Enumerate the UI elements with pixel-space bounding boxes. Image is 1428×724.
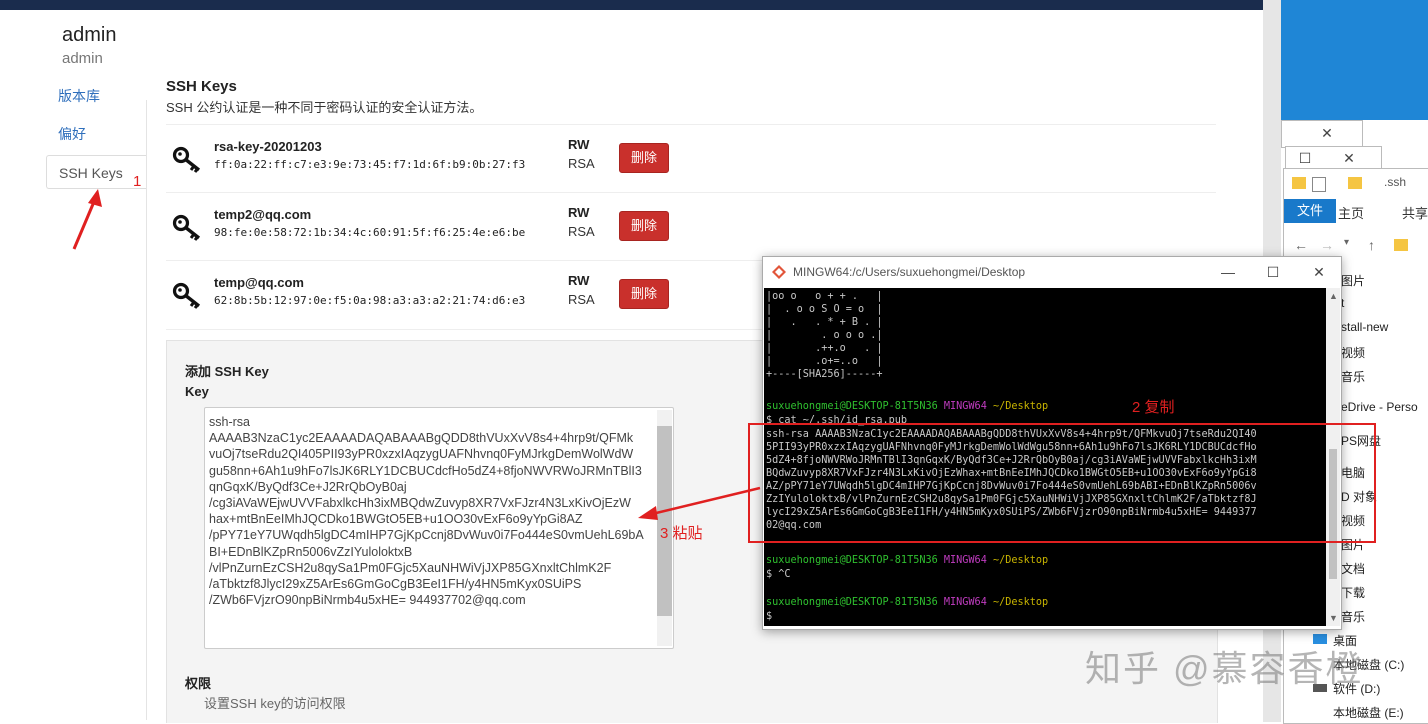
- terminal-art-line: | .++.o . |: [766, 343, 883, 354]
- explorer-nav-item[interactable]: 音乐: [1341, 368, 1365, 385]
- key-text-line: vuOj7tseRdu2QI405PII93yPR0xzxIAqzygUAFNh…: [209, 447, 634, 462]
- terminal-prompt: suxuehongmei@DESKTOP-81T5N36 MINGW64 ~/D…: [766, 597, 1049, 608]
- key-text-line: /ZWb6FVjzrO90npBiNrmb4u5xHE= 944937702@q…: [209, 593, 526, 608]
- key-name: temp2@qq.com: [214, 207, 312, 222]
- key-icon: [172, 282, 201, 309]
- key-text-line: AAAAB3NzaC1yc2EAAAADAQABAAABgQDD8thVUxXv…: [209, 431, 634, 446]
- explorer-nav-item[interactable]: eDrive - Perso: [1341, 400, 1418, 414]
- terminal-art-line: | .o+=..o |: [766, 356, 883, 367]
- close-icon[interactable]: ✕: [1338, 148, 1360, 168]
- chevron-down-icon[interactable]: ▾: [1344, 237, 1349, 248]
- user-username: admin: [62, 50, 103, 67]
- annotation-arrow-left-icon: [638, 486, 761, 520]
- minimize-icon[interactable]: —: [1217, 262, 1239, 282]
- explorer-nav-item[interactable]: 文档: [1341, 560, 1365, 577]
- up-arrow-icon[interactable]: ↑: [1368, 237, 1375, 253]
- key-field-label: Key: [185, 384, 209, 399]
- explorer-nav-item[interactable]: 图片: [1341, 272, 1365, 289]
- ssh-key-row: temp2@qq.com 98:fe:0e:58:72:1b:34:4c:60:…: [166, 192, 1216, 261]
- ssh-key-row: rsa-key-20201203 ff:0a:22:ff:c7:e3:9e:73…: [166, 124, 1216, 193]
- key-text-line: /vlPnZurnEzCSH2u8qySa1Pm0FGjc5XauNHWiVjJ…: [209, 560, 612, 575]
- delete-key-button[interactable]: 删除: [619, 143, 669, 173]
- key-fingerprint: 62:8b:5b:12:97:0e:f5:0a:98:a3:a3:a2:21:7…: [214, 294, 526, 307]
- terminal-titlebar[interactable]: MINGW64:/c/Users/suxuehongmei/Desktop — …: [763, 257, 1341, 287]
- explorer-nav-item[interactable]: stall-new: [1341, 320, 1388, 334]
- key-permission: RW: [568, 205, 590, 220]
- key-permission: RW: [568, 137, 590, 152]
- terminal-prompt: suxuehongmei@DESKTOP-81T5N36 MINGW64 ~/D…: [766, 555, 1049, 566]
- tab-home[interactable]: 主页: [1338, 203, 1364, 222]
- terminal-art-line: | . o o S O = o |: [766, 304, 883, 315]
- close-icon[interactable]: ✕: [1308, 262, 1330, 282]
- explorer-nav-item[interactable]: 视频: [1341, 344, 1365, 361]
- close-icon[interactable]: ✕: [1316, 123, 1338, 143]
- key-icon: [172, 214, 201, 241]
- key-name: rsa-key-20201203: [214, 139, 322, 154]
- mingw-logo-icon: [772, 265, 786, 279]
- explorer-nav-item[interactable]: 本地磁盘 (E:): [1333, 704, 1404, 721]
- key-text-line: gu58nn+6Ah1u9hFo7lsJK6RLY1DCBUCdcfHo5dZ4…: [209, 463, 642, 478]
- key-textarea[interactable]: ssh-rsa AAAAB3NzaC1yc2EAAAADAQABAAABgQDD…: [204, 407, 674, 649]
- terminal-art-line: | . o o o .|: [766, 330, 883, 341]
- nav-item-repositories[interactable]: 版本库: [46, 79, 146, 113]
- explorer-nav-item[interactable]: 下载: [1341, 584, 1365, 601]
- tab-file[interactable]: 文件: [1284, 199, 1336, 223]
- section-title: SSH Keys: [166, 78, 237, 95]
- terminal-title: MINGW64:/c/Users/suxuehongmei/Desktop: [793, 265, 1026, 279]
- key-permission: RW: [568, 273, 590, 288]
- desktop-background: [1281, 0, 1428, 120]
- maximize-icon[interactable]: ☐: [1262, 262, 1284, 282]
- section-description: SSH 公约认证是一种不同于密码认证的安全认证方法。: [166, 100, 483, 115]
- annotation-step-2: 2 复制: [1132, 399, 1175, 416]
- key-type: RSA: [568, 292, 595, 307]
- watermark-text: 知乎 @慕容香橙: [1085, 648, 1364, 689]
- forward-arrow-icon[interactable]: →: [1320, 237, 1334, 253]
- permission-title: 权限: [185, 676, 212, 691]
- explorer-path: .ssh: [1384, 175, 1407, 189]
- permission-description: 设置SSH key的访问权限: [204, 696, 346, 711]
- folder-icon: [1348, 177, 1362, 189]
- add-key-title: 添加 SSH Key: [185, 364, 269, 379]
- terminal-command: $ ^C: [766, 569, 791, 580]
- terminal-command: $: [766, 611, 779, 622]
- key-text-line: qnGqxK/ByQdf3Ce+J2RrQbOyB0aj: [209, 479, 407, 494]
- tab-share[interactable]: 共享: [1402, 203, 1428, 222]
- explorer-nav-item[interactable]: 音乐: [1341, 608, 1365, 625]
- top-navbar: [0, 0, 1263, 10]
- nav-item-ssh-keys[interactable]: SSH Keys: [46, 155, 146, 189]
- key-type: RSA: [568, 224, 595, 239]
- user-display-name: admin: [62, 24, 117, 46]
- terminal-prompt: suxuehongmei@DESKTOP-81T5N36 MINGW64 ~/D…: [766, 401, 1049, 412]
- key-text-line: /cg3iAVaWEjwUVVFabxlkcHh3ixMBQdwZuvyp8XR…: [209, 496, 631, 511]
- key-type: RSA: [568, 156, 595, 171]
- nav-divider: [146, 100, 147, 720]
- terminal-art-line: |oo o o + + . |: [766, 291, 883, 302]
- terminal-art-line: +----[SHA256]-----+: [766, 369, 883, 380]
- key-text-line: /aTbktzf8JlycI29xZ5ArEs6GmGoCgB3EeI1FH/y…: [209, 577, 582, 592]
- folder-icon: [1394, 239, 1408, 251]
- background-window: ✕: [1281, 120, 1363, 148]
- key-name: temp@qq.com: [214, 275, 304, 290]
- annotation-arrow-up-icon: [72, 189, 102, 250]
- maximize-icon[interactable]: ☐: [1294, 148, 1316, 168]
- back-arrow-icon[interactable]: ←: [1294, 237, 1308, 253]
- key-text-line: /pPY71eY7UWqdh5lgDC4mIHP7GjKpCcnj8DvWuv0…: [209, 528, 644, 543]
- annotation-step-3: 3 粘贴: [660, 525, 703, 542]
- annotation-step-1: 1: [133, 173, 142, 190]
- key-fingerprint: ff:0a:22:ff:c7:e3:9e:73:45:f7:1d:6f:b9:0…: [214, 158, 526, 171]
- properties-icon: [1312, 177, 1326, 192]
- scroll-down-icon[interactable]: ▼: [1329, 613, 1338, 623]
- scroll-up-icon[interactable]: ▲: [1329, 291, 1338, 301]
- key-icon: [172, 146, 201, 173]
- key-text-line: hax+mtBnEeIMhJQCDko1BWGtO5EB+u1OO30vExF6…: [209, 512, 583, 527]
- key-fingerprint: 98:fe:0e:58:72:1b:34:4c:60:91:5f:f6:25:4…: [214, 226, 526, 239]
- delete-key-button[interactable]: 删除: [619, 279, 669, 309]
- key-text-line: BI+EDnBlKZpRn5006vZzIYuloloktxB: [209, 544, 413, 559]
- annotation-highlight-box: [748, 423, 1376, 543]
- folder-icon: [1292, 177, 1306, 189]
- key-text-line: ssh-rsa: [209, 415, 250, 429]
- nav-item-preferences[interactable]: 偏好: [46, 117, 146, 151]
- delete-key-button[interactable]: 删除: [619, 211, 669, 241]
- terminal-art-line: | . . * + B . |: [766, 317, 883, 328]
